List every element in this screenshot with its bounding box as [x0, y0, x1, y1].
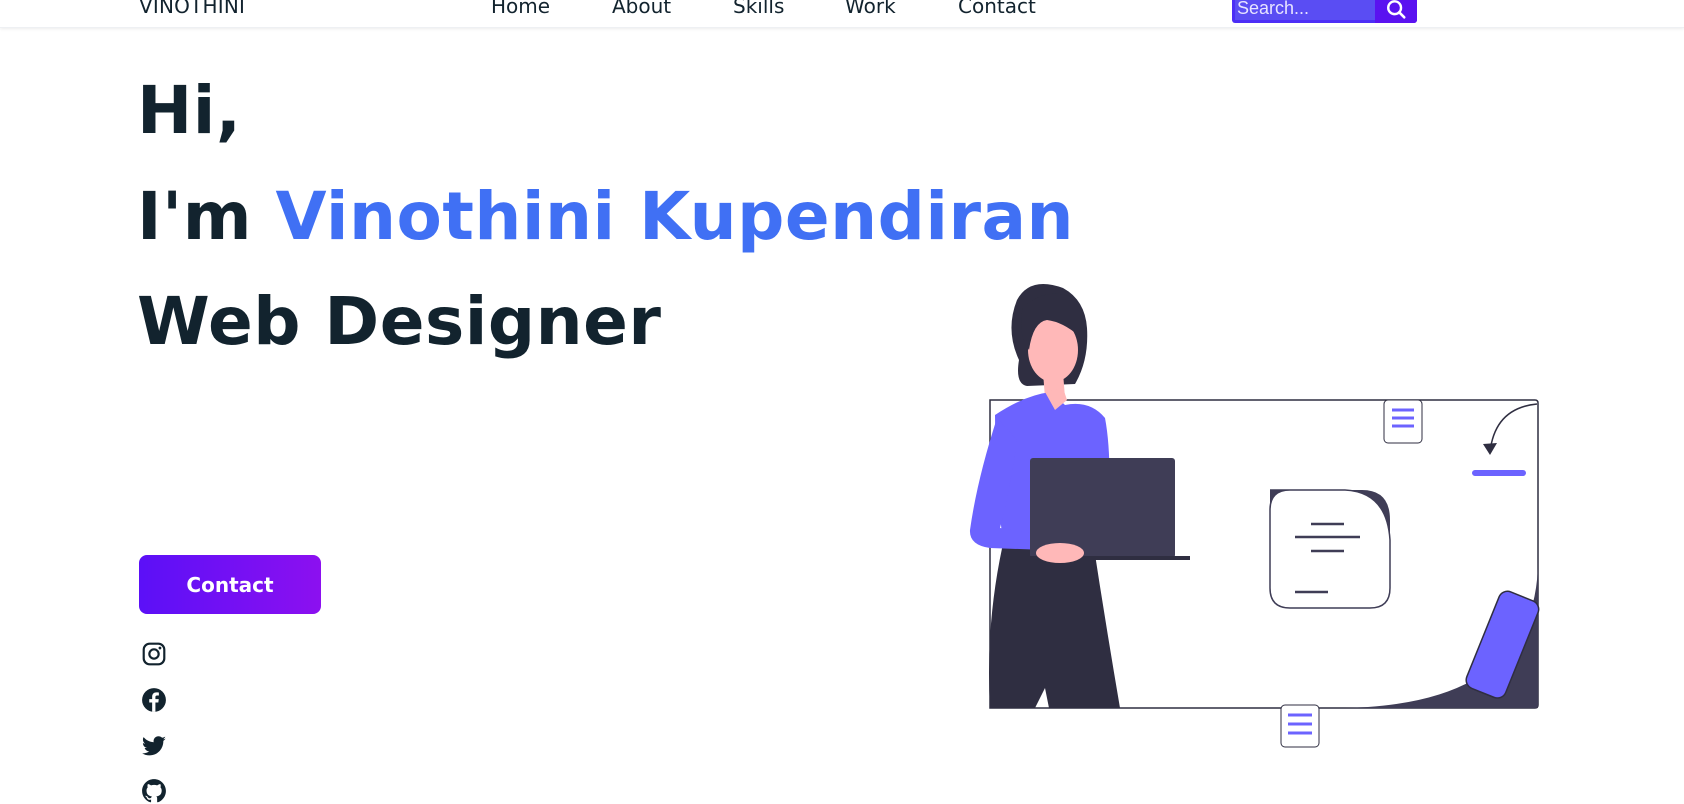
nav-link-home[interactable]: Home: [491, 0, 550, 18]
instagram-icon: [142, 642, 166, 666]
instagram-link[interactable]: [141, 641, 167, 667]
facebook-icon: [142, 688, 166, 712]
hero-intro: I'm Vinothini Kupendiran: [137, 178, 1074, 255]
hero-illustration: [969, 284, 1540, 748]
contact-button[interactable]: Contact: [139, 555, 321, 614]
github-link[interactable]: [141, 778, 167, 804]
hero-greeting: Hi,: [137, 72, 242, 149]
site-header: VINOTHINI Home About Skills Work Contact: [0, 0, 1684, 28]
nav-link-skills[interactable]: Skills: [733, 0, 784, 18]
site-logo[interactable]: VINOTHINI: [139, 0, 245, 18]
content-card: [1269, 489, 1391, 609]
nav-link-work[interactable]: Work: [845, 0, 896, 18]
facebook-link[interactable]: [141, 687, 167, 713]
search-icon: [1387, 0, 1406, 19]
nav-link-about[interactable]: About: [612, 0, 671, 18]
hero-intro-text: I'm: [137, 178, 276, 255]
search-input[interactable]: [1235, 0, 1379, 20]
hero-name: Vinothini Kupendiran: [275, 178, 1075, 255]
document-card-top: [1383, 399, 1423, 444]
search-box: [1232, 0, 1417, 23]
twitter-icon: [141, 736, 166, 756]
github-icon: [142, 779, 166, 803]
search-button[interactable]: [1375, 0, 1417, 23]
document-card-bottom: [1280, 704, 1320, 748]
hero-role: Web Designer: [137, 283, 662, 360]
nav-link-contact[interactable]: Contact: [958, 0, 1036, 18]
twitter-link[interactable]: [141, 733, 167, 759]
